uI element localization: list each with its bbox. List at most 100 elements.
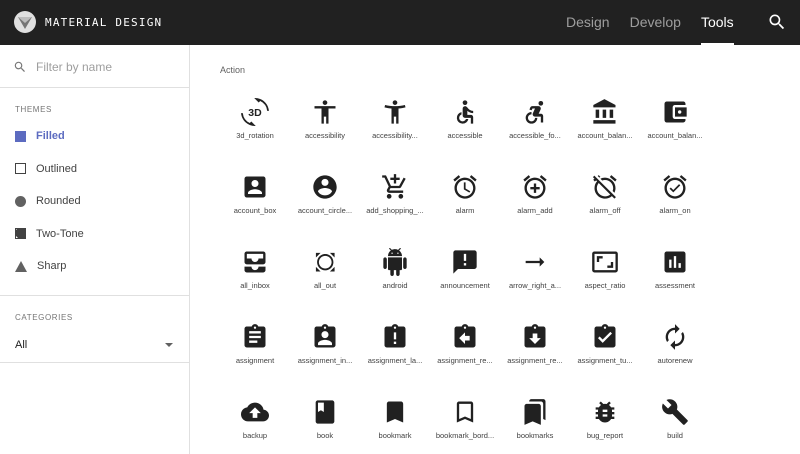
icon-label: add_shopping_... [366, 206, 424, 215]
material-logo-icon [14, 11, 36, 33]
icon-label: bookmark [378, 431, 412, 440]
theme-rounded[interactable]: Rounded [0, 185, 189, 218]
backup-icon [241, 398, 269, 426]
icon-tile[interactable]: all_out [290, 245, 360, 320]
icon-label: account_balan... [577, 131, 633, 140]
icon-grid: 3D 3d_rotation accessibility accessibility.… [220, 95, 800, 454]
icon-label: book [316, 431, 334, 440]
icon-tile[interactable]: assignment_in... [290, 320, 360, 395]
icon-tile[interactable]: alarm_off [570, 170, 640, 245]
icon-label: arrow_right_a... [508, 281, 562, 290]
icon-label: alarm [455, 206, 475, 215]
top-nav: Design Develop Tools [566, 0, 754, 45]
accessibility-new-icon [381, 98, 409, 126]
theme-sharp[interactable]: Sharp [0, 250, 189, 283]
icon-label: assignment_re... [507, 356, 563, 365]
filter-input[interactable] [36, 57, 176, 77]
icon-tile[interactable]: book [290, 395, 360, 454]
accessible-icon [451, 98, 479, 126]
icon-tile[interactable]: alarm_add [500, 170, 570, 245]
alarm-on-icon [661, 173, 689, 201]
icon-label: account_circle... [297, 206, 353, 215]
icon-tile[interactable]: backup [220, 395, 290, 454]
icon-tile[interactable]: accessibility [290, 95, 360, 170]
theme-label: Two-Tone [36, 227, 84, 240]
icon-tile[interactable]: account_circle... [290, 170, 360, 245]
icon-tile[interactable]: bookmarks [500, 395, 570, 454]
account-box-icon [241, 173, 269, 201]
icon-tile[interactable]: assignment_tu... [570, 320, 640, 395]
icon-tile[interactable]: alarm_on [640, 170, 710, 245]
icon-label: account_balan... [647, 131, 703, 140]
icon-tile[interactable]: bug_report [570, 395, 640, 454]
autorenew-icon [661, 323, 689, 351]
icon-tile[interactable]: 3D 3d_rotation [220, 95, 290, 170]
icon-label: alarm_on [659, 206, 691, 215]
icon-tile[interactable]: android [360, 245, 430, 320]
alarm-icon [451, 173, 479, 201]
icon-label: backup [242, 431, 268, 440]
all-inbox-icon [241, 248, 269, 276]
category-value: All [15, 339, 28, 351]
nav-tools[interactable]: Tools [700, 0, 734, 45]
bookmark-icon [381, 398, 409, 426]
icon-tile[interactable]: assignment_la... [360, 320, 430, 395]
icon-label: accessible [447, 131, 483, 140]
book-icon [311, 398, 339, 426]
theme-label: Filled [36, 130, 65, 143]
icon-tile[interactable]: aspect_ratio [570, 245, 640, 320]
icon-label: assessment [654, 281, 696, 290]
icon-label: bookmark_bord... [435, 431, 495, 440]
account-balance-wallet-icon [661, 98, 689, 126]
icon-label: accessibility... [372, 131, 418, 140]
bookmark-border-icon [451, 398, 479, 426]
theme-filled[interactable]: Filled [0, 120, 189, 153]
icon-tile[interactable]: account_balan... [640, 95, 710, 170]
icon-tile[interactable]: assignment_re... [430, 320, 500, 395]
aspect-ratio-icon [591, 248, 619, 276]
icon-tile[interactable]: account_balan... [570, 95, 640, 170]
icon-tile[interactable]: bookmark [360, 395, 430, 454]
icon-tile[interactable]: assignment [220, 320, 290, 395]
icon-tile[interactable]: bookmark_bord... [430, 395, 500, 454]
icon-tile[interactable]: autorenew [640, 320, 710, 395]
add-shopping-cart-icon [381, 173, 409, 201]
icon-label: accessible_fo... [509, 131, 561, 140]
android-icon [381, 248, 409, 276]
search-icon[interactable] [767, 12, 787, 32]
filter-bar [0, 45, 189, 88]
assignment-ind-icon [311, 323, 339, 351]
icon-label: autorenew [657, 356, 693, 365]
icon-label: bug_report [586, 431, 624, 440]
icon-label: assignment_la... [367, 356, 423, 365]
svg-text:3D: 3D [248, 107, 262, 119]
nav-develop[interactable]: Develop [630, 0, 681, 45]
icon-tile[interactable]: accessibility... [360, 95, 430, 170]
icon-label: android [382, 281, 408, 290]
icon-tile[interactable]: assessment [640, 245, 710, 320]
icon-label: 3d_rotation [236, 131, 274, 140]
icon-tile[interactable]: account_box [220, 170, 290, 245]
icon-tile[interactable]: all_inbox [220, 245, 290, 320]
theme-outlined[interactable]: Outlined [0, 153, 189, 186]
alarm-add-icon [521, 173, 549, 201]
icon-tile[interactable]: add_shopping_... [360, 170, 430, 245]
icon-tile[interactable]: build [640, 395, 710, 454]
accessibility-icon [311, 98, 339, 126]
category-select[interactable]: All [0, 329, 189, 361]
theme-two-tone[interactable]: Two-Tone [0, 218, 189, 251]
bug-report-icon [591, 398, 619, 426]
icon-tile[interactable]: assignment_re... [500, 320, 570, 395]
icon-tile[interactable]: alarm [430, 170, 500, 245]
accessible-forward-icon [521, 98, 549, 126]
dropdown-arrow-icon [165, 343, 173, 347]
icon-tile[interactable]: arrow_right_a... [500, 245, 570, 320]
icon-tile[interactable]: accessible [430, 95, 500, 170]
brand[interactable]: MATERIAL DESIGN [14, 11, 162, 33]
nav-design[interactable]: Design [566, 0, 610, 45]
icon-label: aspect_ratio [584, 281, 626, 290]
icon-tile[interactable]: accessible_fo... [500, 95, 570, 170]
icon-tile[interactable]: announcement [430, 245, 500, 320]
theme-label: Rounded [36, 195, 81, 208]
assignment-late-icon [381, 323, 409, 351]
